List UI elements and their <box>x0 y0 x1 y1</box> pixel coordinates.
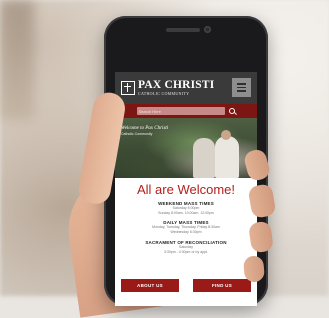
hero-figure <box>193 138 215 178</box>
reconciliation-section: SACRAMENT OF RECONCILIATION Saturday 3:3… <box>115 240 257 254</box>
logo-subtitle: CATHOLIC COMMUNITY <box>138 91 190 97</box>
daily-mass-section: DAILY MASS TIMES Monday, Tuesday, Thursd… <box>115 220 257 234</box>
phone-screen: PAX CHRISTI CATHOLIC COMMUNITY Welcome t… <box>115 72 257 306</box>
cross-logo-icon <box>121 81 135 95</box>
about-us-button[interactable]: ABOUT US <box>121 279 179 292</box>
hero-subtitle: Catholic Community <box>121 132 153 136</box>
hero-figure-head <box>221 130 231 140</box>
logo-title: PAX CHRISTI <box>138 78 215 91</box>
site-logo[interactable]: PAX CHRISTI CATHOLIC COMMUNITY <box>138 78 215 97</box>
hero-image: Welcome to Pax Christi Catholic Communit… <box>115 118 257 178</box>
hero-figure <box>215 136 239 178</box>
main-content: All are Welcome! WEEKEND MASS TIMES Satu… <box>115 178 257 254</box>
hand-finger <box>242 255 266 283</box>
section-line: Wednesday 6:30pm <box>170 230 202 235</box>
find-us-button[interactable]: FIND US <box>193 279 251 292</box>
weekend-mass-section: WEEKEND MASS TIMES Saturday 5:00pm Sunda… <box>115 201 257 215</box>
phone-speaker <box>166 28 200 32</box>
action-buttons: ABOUT US FIND US <box>115 279 257 292</box>
search-input[interactable] <box>136 107 225 115</box>
hero-caption: Welcome to Pax Christi Catholic Communit… <box>121 126 168 136</box>
section-line: 3:30pm - 4:30pm or by appt. <box>164 249 208 254</box>
background-frame <box>0 0 34 120</box>
hamburger-menu-icon[interactable] <box>232 78 251 97</box>
search-icon[interactable] <box>228 107 236 115</box>
search-bar <box>115 104 257 118</box>
site-header: PAX CHRISTI CATHOLIC COMMUNITY <box>115 72 257 104</box>
welcome-heading: All are Welcome! <box>136 182 235 197</box>
section-line: Sunday 8:00am, 10:00am, 12:00pm <box>158 210 214 215</box>
phone-camera <box>204 26 211 33</box>
